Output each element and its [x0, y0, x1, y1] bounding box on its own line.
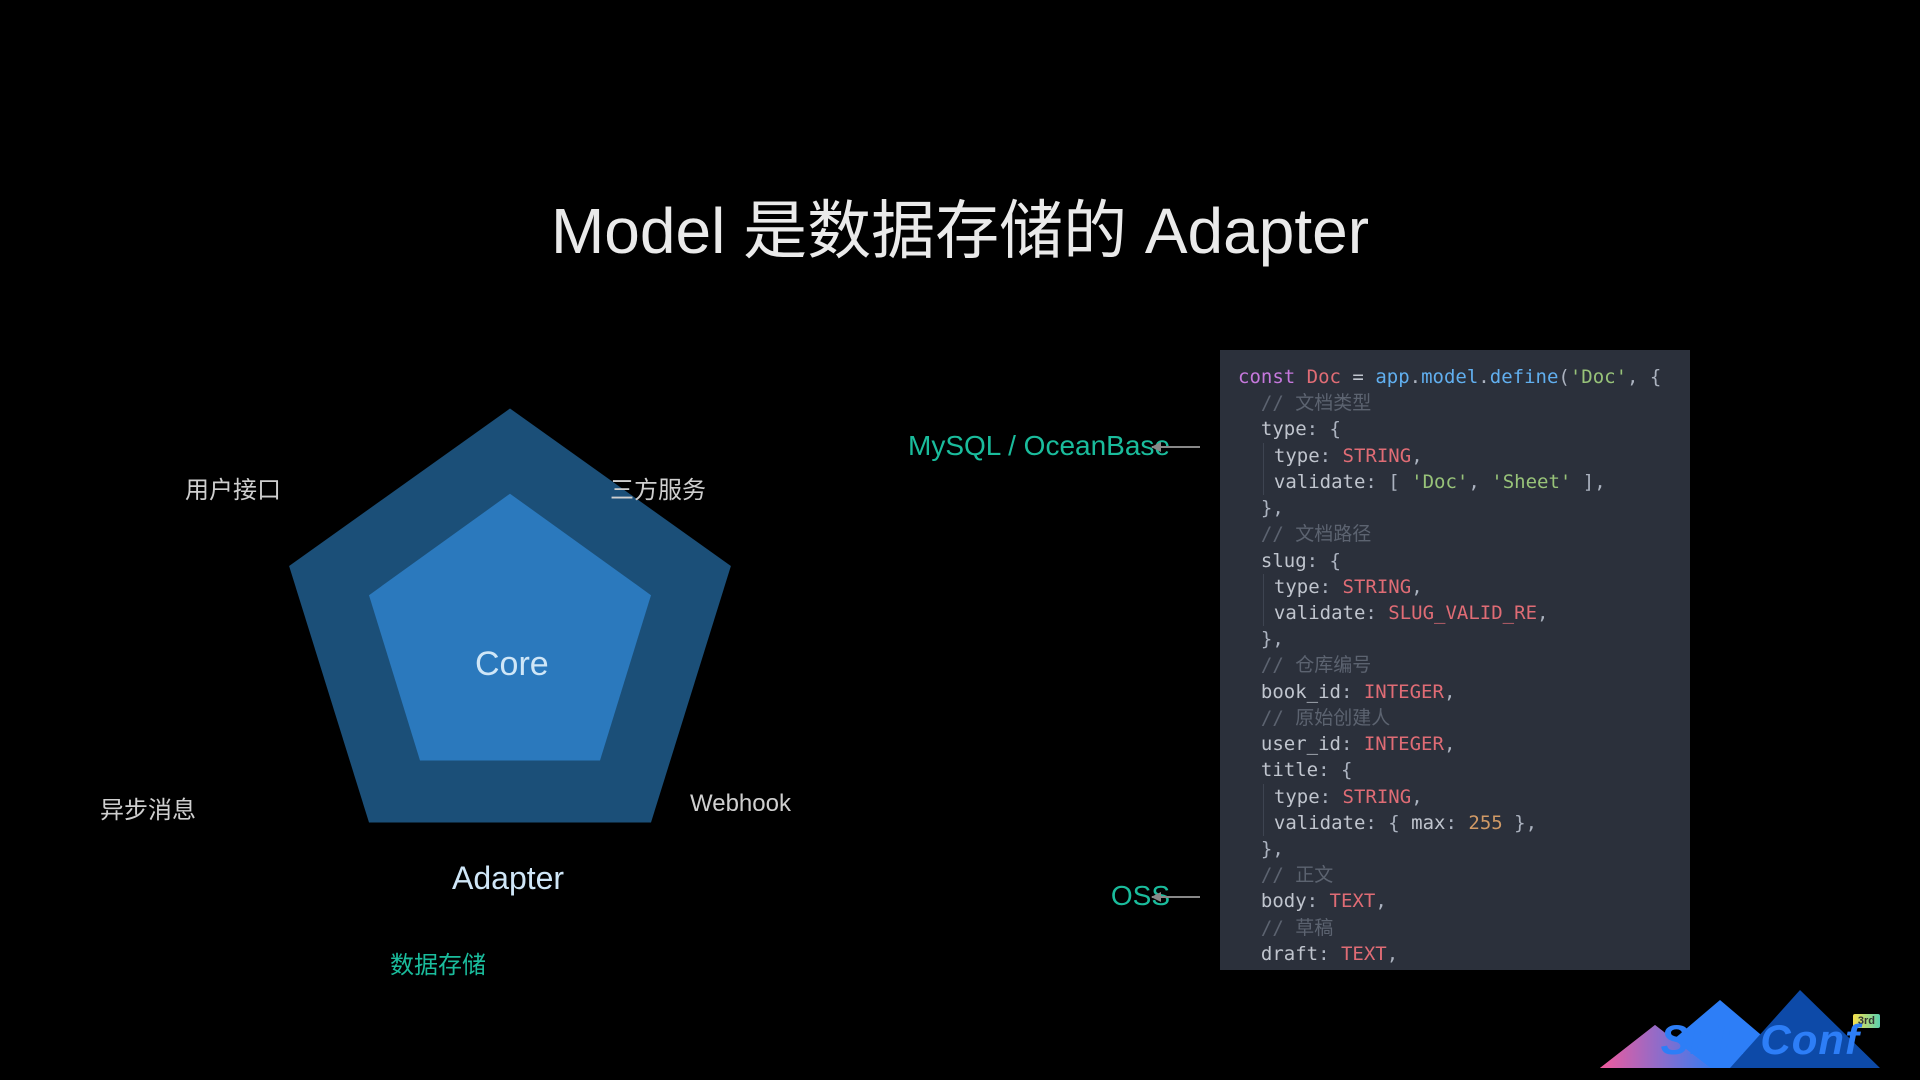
label-third-party: 三方服务	[610, 470, 706, 505]
conference-logo: 3rd SEE Conf	[1600, 980, 1880, 1070]
label-user-interface: 用户接口	[185, 470, 281, 505]
pentagon-inner	[360, 485, 660, 775]
label-async-msg: 异步消息	[100, 790, 196, 825]
pointer-mysql: MySQL / OceanBase	[908, 430, 1170, 462]
label-webhook: Webhook	[690, 790, 791, 818]
logo-text: SEE Conf	[1661, 1016, 1860, 1064]
label-data-storage: 数据存储	[390, 945, 486, 980]
code-sample: const Doc = app.model.define('Doc', { //…	[1220, 350, 1690, 970]
slide-title: Model 是数据存储的 Adapter	[0, 180, 1920, 272]
arrow-icon	[1152, 446, 1200, 448]
core-label: Core	[475, 645, 549, 684]
arrow-icon	[1152, 896, 1200, 898]
architecture-diagram: Core Adapter 用户接口 三方服务 异步消息 Webhook 数据存储	[120, 370, 820, 970]
adapter-label: Adapter	[452, 860, 564, 897]
